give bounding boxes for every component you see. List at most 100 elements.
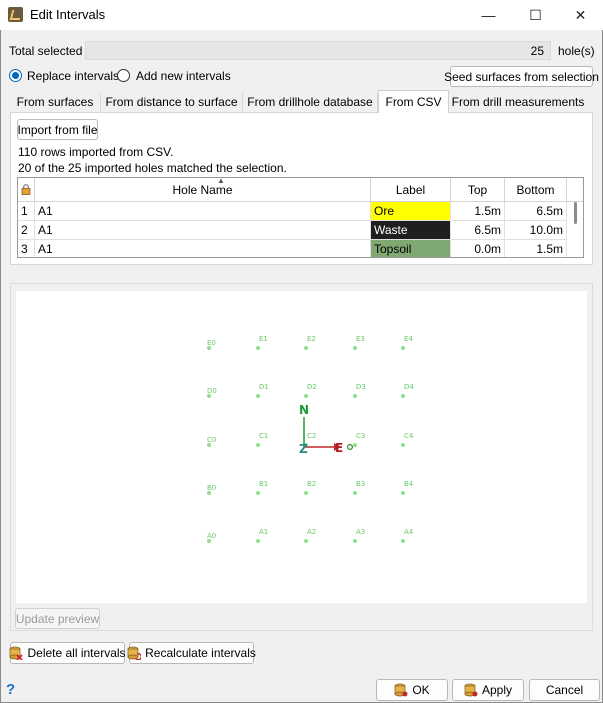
drillhole-point[interactable]	[353, 539, 357, 543]
lock-column-header[interactable]	[18, 178, 35, 202]
drillhole-point[interactable]	[256, 346, 260, 350]
apply-button-label: Apply	[481, 683, 513, 697]
title-bar: Edit Intervals — ☐ ✕	[0, 0, 603, 30]
table-scrollbar[interactable]	[567, 202, 583, 257]
drillhole-label: A3	[356, 528, 366, 536]
import-from-file-button[interactable]: Import from file	[17, 119, 98, 140]
intervals-table[interactable]: ▲ Hole Name Label Top Bottom 1 A1 Ore 1.5m 6…	[17, 177, 584, 258]
table-cell-index[interactable]: 1	[18, 202, 35, 221]
holes-matched-text: 20 of the 25 imported holes matched the …	[18, 161, 287, 175]
drillhole-label: B0	[207, 484, 217, 492]
sort-ascending-icon: ▲	[217, 177, 225, 185]
minimize-button[interactable]: —	[466, 0, 511, 30]
drillhole-label: C0	[207, 436, 217, 444]
drillhole-point[interactable]	[353, 491, 357, 495]
total-selected-unit: hole(s)	[558, 44, 595, 58]
column-header-bottom[interactable]: Bottom	[505, 178, 567, 202]
delete-all-intervals-label: Delete all intervals	[27, 646, 126, 660]
ok-button[interactable]: OK	[376, 679, 448, 701]
drillhole-point[interactable]	[304, 491, 308, 495]
drillhole-point[interactable]	[304, 346, 308, 350]
table-cell-label[interactable]: Waste	[371, 221, 451, 240]
drillhole-point[interactable]	[353, 346, 357, 350]
drillhole-point[interactable]	[256, 394, 260, 398]
drillhole-point[interactable]	[401, 539, 405, 543]
drillhole-label: C4	[404, 432, 414, 440]
drillhole-label: E4	[404, 335, 413, 343]
replace-intervals-radio[interactable]	[9, 69, 22, 82]
drillhole-point[interactable]	[401, 491, 405, 495]
table-cell-top[interactable]: 0.0m	[451, 240, 505, 257]
add-new-intervals-label[interactable]: Add new intervals	[136, 69, 231, 83]
drillhole-label: D1	[259, 383, 269, 391]
drillhole-label: B1	[259, 480, 269, 488]
cancel-button[interactable]: Cancel	[529, 679, 600, 701]
add-new-intervals-radio[interactable]	[117, 69, 130, 82]
column-header-hole-name[interactable]: ▲ Hole Name	[35, 178, 371, 202]
ok-button-label: OK	[412, 683, 430, 697]
drillhole-label: A2	[307, 528, 317, 536]
drillhole-point[interactable]	[401, 346, 405, 350]
drillhole-point[interactable]	[304, 394, 308, 398]
drillhole-label: C1	[259, 432, 269, 440]
column-header-top[interactable]: Top	[451, 178, 505, 202]
table-cell-index[interactable]: 2	[18, 221, 35, 240]
table-cell-label[interactable]: Topsoil	[371, 240, 451, 257]
drillhole-label: E0	[207, 339, 216, 347]
database-ok-icon	[394, 683, 408, 697]
drillhole-point[interactable]	[401, 394, 405, 398]
drillhole-label: B4	[404, 480, 414, 488]
drillhole-point[interactable]	[256, 491, 260, 495]
table-cell-index[interactable]: 3	[18, 240, 35, 257]
close-button[interactable]: ✕	[558, 0, 603, 30]
app-icon	[8, 7, 23, 22]
drillhole-label: A1	[259, 528, 269, 536]
table-cell-hole[interactable]: A1	[35, 221, 371, 240]
table-cell-bottom[interactable]: 10.0m	[505, 221, 567, 240]
drillhole-point[interactable]	[401, 443, 405, 447]
table-scrollbar-thumb[interactable]	[574, 202, 577, 224]
table-scrollbar-header	[567, 178, 583, 202]
table-cell-top[interactable]: 6.5m	[451, 221, 505, 240]
drillhole-point[interactable]	[256, 443, 260, 447]
drillhole-label: D3	[356, 383, 366, 391]
tab-from-distance-to-surface[interactable]: From distance to surface	[101, 93, 243, 111]
delete-all-intervals-button[interactable]: Delete all intervals	[10, 642, 126, 664]
drillhole-label: E3	[356, 335, 365, 343]
total-selected-field: 25	[85, 41, 551, 60]
z-axis-label: Z	[299, 442, 308, 456]
drillhole-point[interactable]	[353, 394, 357, 398]
table-cell-label[interactable]: Ore	[371, 202, 451, 221]
help-icon[interactable]: ?	[6, 681, 15, 698]
column-header-label[interactable]: Label	[371, 178, 451, 202]
recalculate-intervals-label: Recalculate intervals	[145, 646, 256, 660]
tab-from-surfaces[interactable]: From surfaces	[10, 93, 101, 111]
update-preview-button[interactable]: Update preview	[15, 608, 100, 629]
drillhole-point[interactable]	[256, 539, 260, 543]
tab-from-drill-measurements[interactable]: From drill measurements	[450, 93, 586, 111]
seed-surfaces-button[interactable]: Seed surfaces from selection	[444, 66, 599, 87]
drillhole-point[interactable]	[304, 539, 308, 543]
east-axis-label: E	[335, 441, 343, 455]
tab-from-csv[interactable]: From CSV	[378, 90, 449, 113]
drillhole-label: E2	[307, 335, 316, 343]
apply-button[interactable]: Apply	[452, 679, 524, 701]
window-title: Edit Intervals	[30, 7, 106, 22]
table-cell-bottom[interactable]: 1.5m	[505, 240, 567, 257]
recalculate-intervals-button[interactable]: Recalculate intervals	[127, 642, 256, 664]
lock-icon	[21, 184, 31, 195]
table-cell-hole[interactable]: A1	[35, 202, 371, 221]
replace-intervals-label[interactable]: Replace intervals	[27, 69, 119, 83]
database-refresh-icon	[127, 646, 143, 661]
preview-canvas[interactable]: E0 E1 E2 E3 E4 D0 D1 D2 D3 D4 C0 C1 C2 C3 C4 B0 B1 B2 B3 B4…	[16, 291, 587, 603]
drillhole-label: B2	[307, 480, 317, 488]
tab-from-drillhole-database[interactable]: From drillhole database	[243, 93, 378, 111]
maximize-button[interactable]: ☐	[513, 0, 558, 30]
drillhole-label: B3	[356, 480, 366, 488]
table-cell-bottom[interactable]: 6.5m	[505, 202, 567, 221]
drillhole-label: E1	[259, 335, 268, 343]
table-cell-top[interactable]: 1.5m	[451, 202, 505, 221]
table-cell-hole[interactable]: A1	[35, 240, 371, 257]
total-selected-label: Total selected	[9, 44, 83, 58]
total-selected-value: 25	[530, 44, 544, 58]
